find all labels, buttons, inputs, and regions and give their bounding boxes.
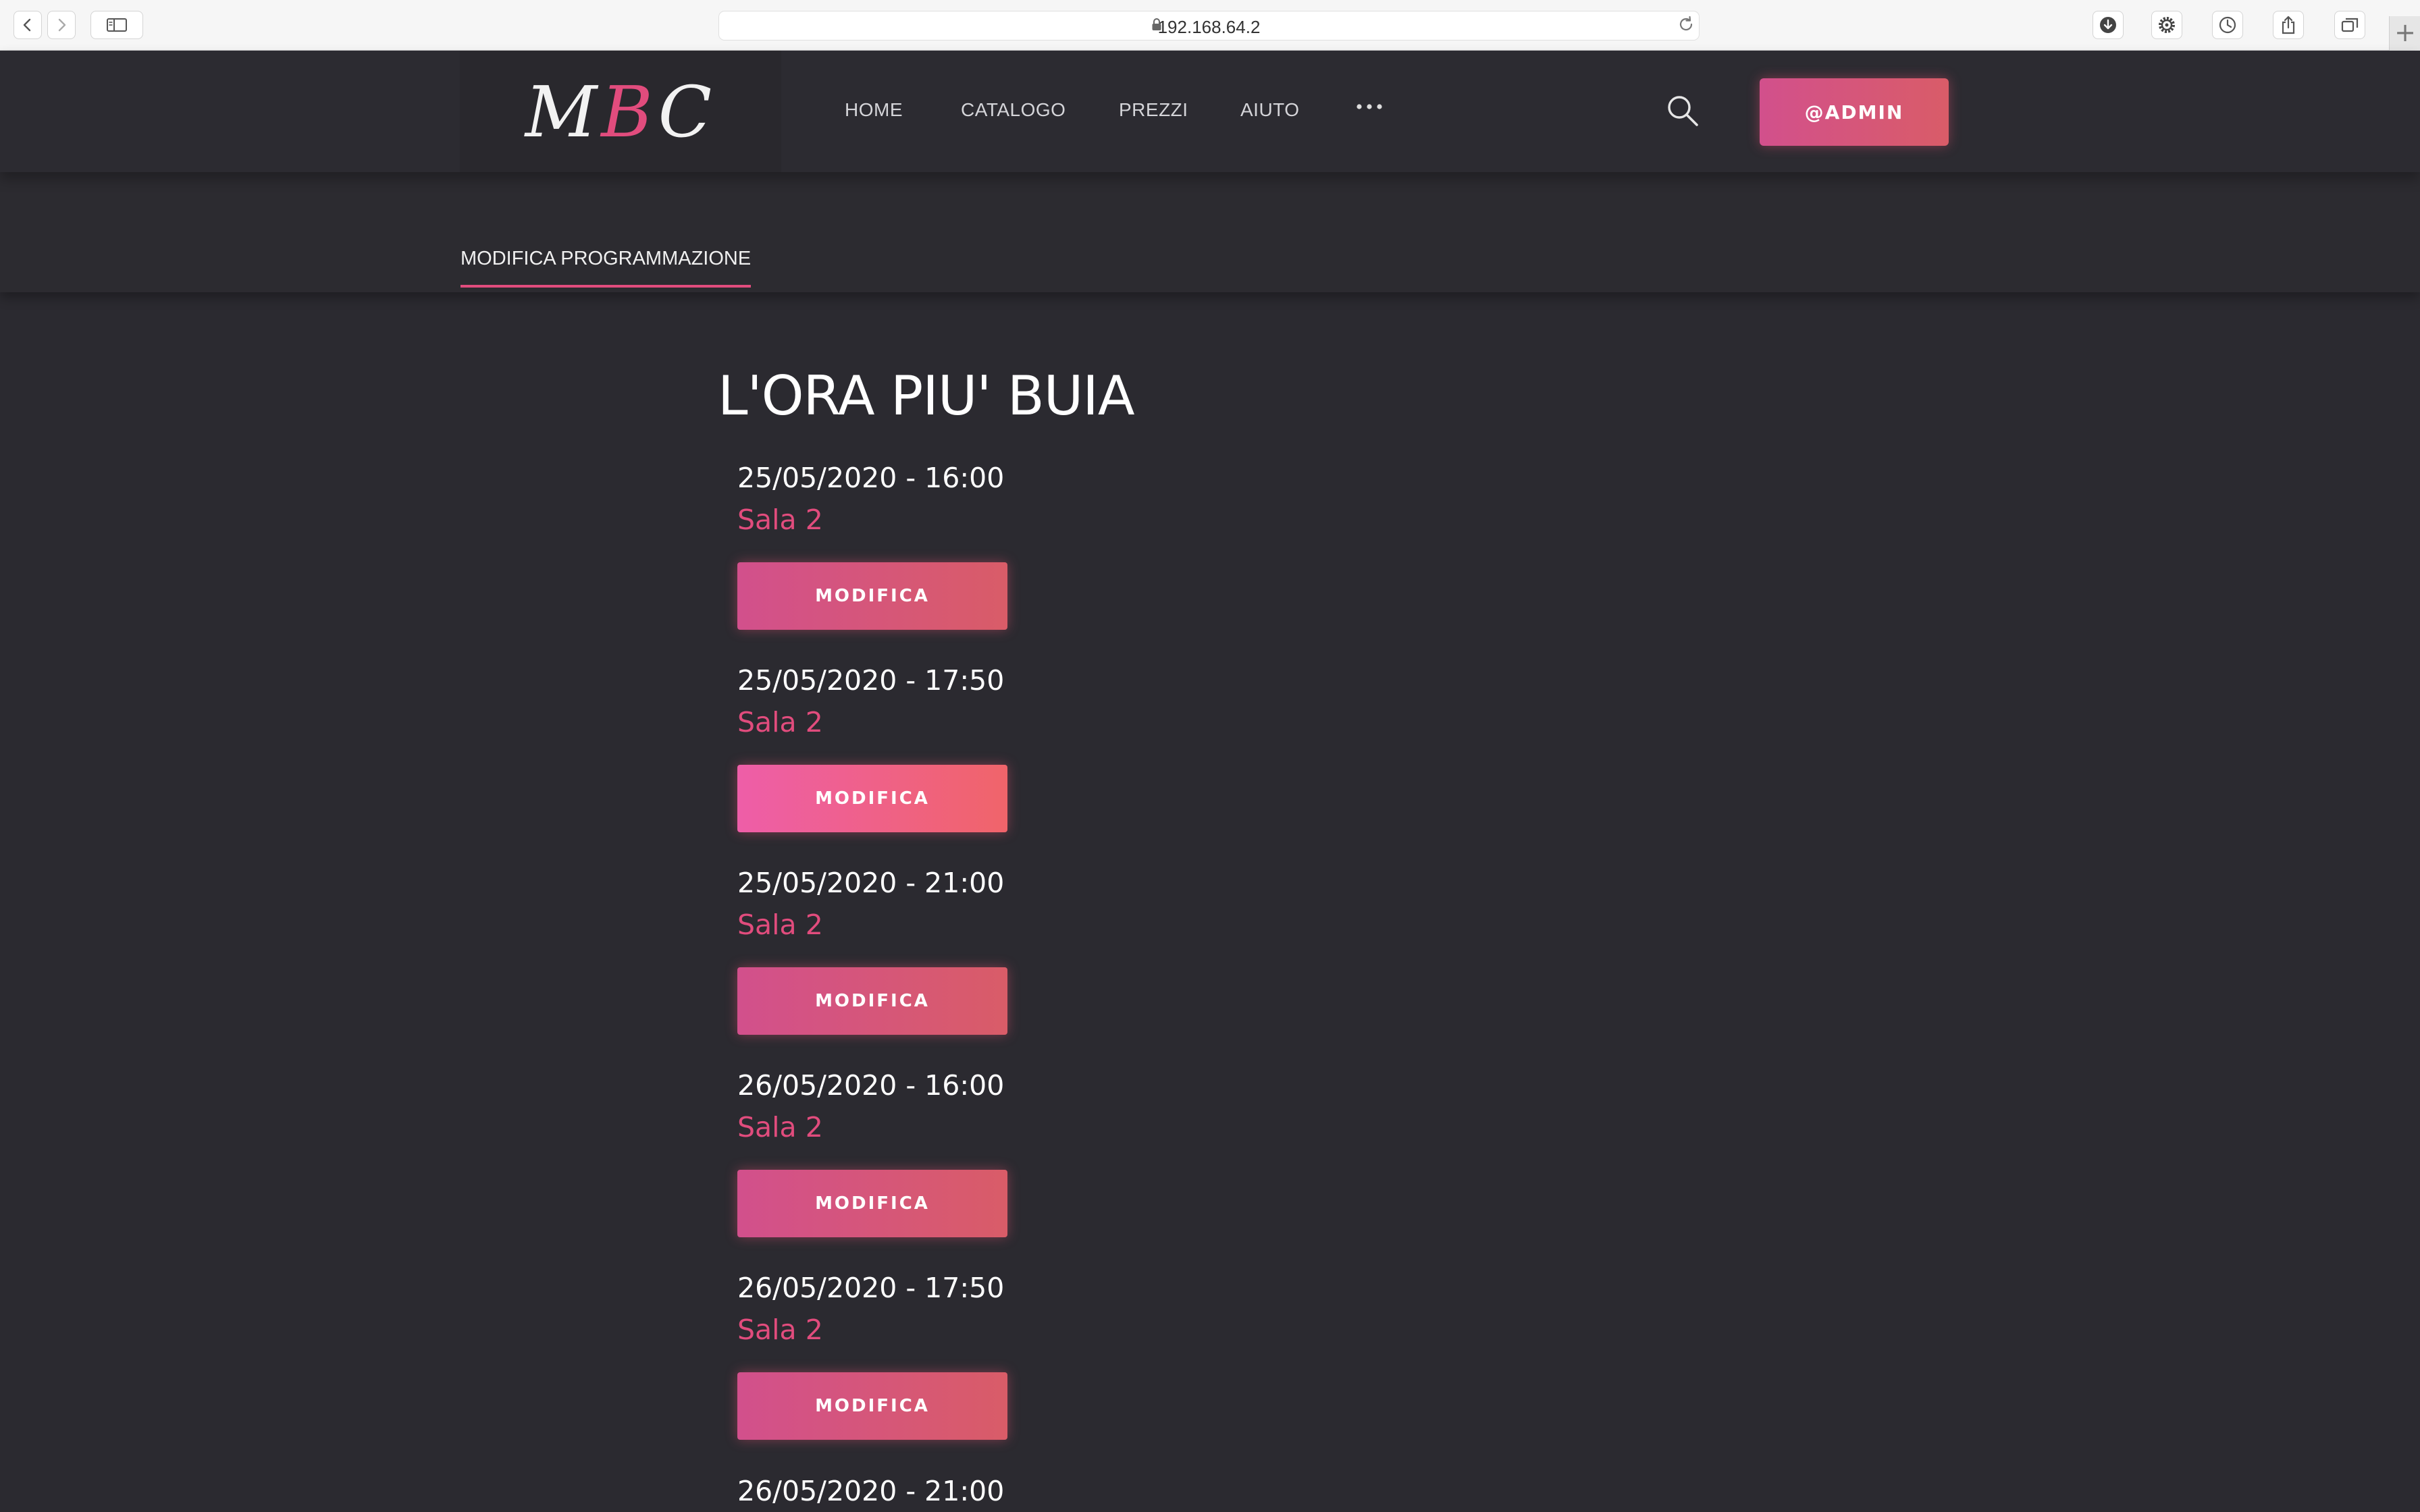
tabs-icon [2341, 18, 2359, 32]
screening-item: 26/05/2020 - 21:00 [737, 1474, 1004, 1508]
tab-modifica-programmazione[interactable]: MODIFICA PROGRAMMAZIONE [461, 248, 752, 288]
edit-screening-button[interactable]: MODIFICA [737, 562, 1007, 630]
forward-button[interactable] [47, 11, 76, 39]
screening-datetime: 25/05/2020 - 16:00 [737, 462, 1005, 494]
screening-item: 25/05/2020 - 21:00 Sala 2 MODIFICA [737, 866, 1007, 1035]
screening-item: 25/05/2020 - 16:00 Sala 2 MODIFICA [737, 461, 1007, 630]
sidebar-toggle-button[interactable] [90, 11, 143, 39]
url-text: 192.168.64.2 [1157, 17, 1261, 37]
new-tab-button[interactable]: + [2389, 16, 2420, 51]
share-icon [2282, 16, 2295, 34]
tab-overview-button[interactable] [2334, 11, 2365, 39]
browser-toolbar: 192.168.64.2 + [0, 0, 2420, 51]
logo-letter-m: M [525, 71, 602, 153]
page-title: L'ORA PIU' BUIA [718, 364, 1135, 427]
nav-aiuto[interactable]: AIUTO [1240, 99, 1300, 121]
screening-room: Sala 2 [737, 706, 823, 738]
screening-item: 26/05/2020 - 16:00 Sala 2 MODIFICA [737, 1069, 1007, 1237]
settings-button[interactable] [2151, 11, 2182, 39]
logo-letter-b: B [601, 71, 658, 153]
address-bar[interactable]: 192.168.64.2 [718, 11, 1700, 40]
page-subheader: MODIFICA PROGRAMMAZIONE [0, 172, 2420, 292]
search-icon[interactable] [1665, 93, 1700, 128]
history-icon [2219, 16, 2236, 34]
chevron-right-icon [58, 18, 66, 32]
site-header: MBC HOME CATALOGO PREZZI AIUTO @ADMIN [0, 51, 2420, 172]
more-icon[interactable] [1356, 103, 1383, 110]
admin-account-button[interactable]: @ADMIN [1760, 78, 1949, 146]
history-button[interactable] [2212, 11, 2243, 39]
download-icon [2100, 17, 2116, 33]
share-button[interactable] [2273, 11, 2304, 39]
screening-datetime: 25/05/2020 - 17:50 [737, 664, 1005, 697]
screening-datetime: 26/05/2020 - 17:50 [737, 1272, 1005, 1304]
screening-room: Sala 2 [737, 504, 823, 536]
logo-letter-c: C [658, 71, 716, 153]
lock-icon [1152, 18, 1161, 30]
nav-home[interactable]: HOME [845, 99, 903, 121]
download-button[interactable] [2093, 11, 2124, 39]
screening-room: Sala 2 [737, 909, 823, 941]
edit-screening-button[interactable]: MODIFICA [737, 967, 1007, 1035]
sidebar-icon [107, 18, 127, 32]
nav-prezzi[interactable]: PREZZI [1119, 99, 1188, 121]
gear-icon [2159, 17, 2175, 33]
edit-screening-button[interactable]: MODIFICA [737, 1372, 1007, 1440]
screening-room: Sala 2 [737, 1314, 823, 1346]
edit-screening-button[interactable]: MODIFICA [737, 1170, 1007, 1237]
logo-link[interactable]: MBC [460, 51, 781, 172]
back-button[interactable] [14, 11, 42, 39]
screening-room: Sala 2 [737, 1111, 823, 1143]
reload-icon[interactable] [1677, 15, 1695, 34]
edit-screening-button[interactable]: MODIFICA [737, 765, 1007, 832]
nav-catalogo[interactable]: CATALOGO [961, 99, 1066, 121]
screening-item: 26/05/2020 - 17:50 Sala 2 MODIFICA [737, 1271, 1007, 1440]
screening-datetime: 26/05/2020 - 21:00 [737, 1475, 1005, 1507]
screening-datetime: 25/05/2020 - 21:00 [737, 867, 1005, 899]
chevron-left-icon [23, 18, 31, 32]
screening-datetime: 26/05/2020 - 16:00 [737, 1069, 1005, 1102]
screening-item: 25/05/2020 - 17:50 Sala 2 MODIFICA [737, 664, 1007, 832]
logo: MBC [460, 71, 781, 153]
